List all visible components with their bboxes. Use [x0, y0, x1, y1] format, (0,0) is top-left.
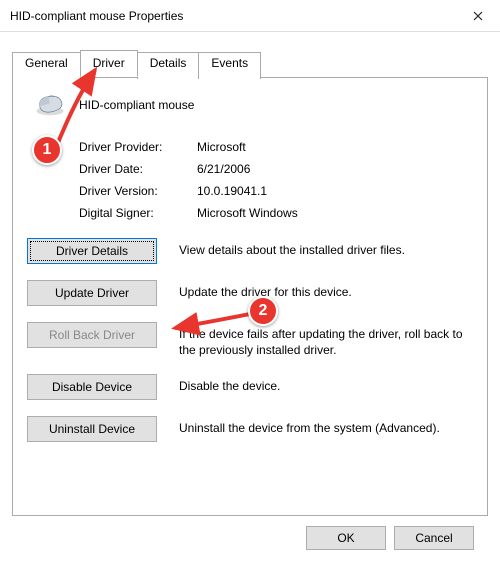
uninstall-device-desc: Uninstall the device from the system (Ad… — [179, 416, 473, 436]
uninstall-device-button[interactable]: Uninstall Device — [27, 416, 157, 442]
mouse-icon — [33, 92, 67, 118]
disable-device-button[interactable]: Disable Device — [27, 374, 157, 400]
tab-details[interactable]: Details — [137, 52, 200, 79]
disable-device-desc: Disable the device. — [179, 374, 473, 394]
device-name: HID-compliant mouse — [79, 98, 194, 112]
tab-driver[interactable]: Driver — [80, 50, 138, 77]
annotation-badge-1: 1 — [32, 135, 62, 165]
close-button[interactable] — [455, 0, 500, 32]
date-label: Driver Date: — [79, 162, 197, 176]
driver-details-desc: View details about the installed driver … — [179, 238, 473, 258]
titlebar: HID-compliant mouse Properties — [0, 0, 500, 32]
signer-label: Digital Signer: — [79, 206, 197, 220]
version-value: 10.0.19041.1 — [197, 184, 267, 198]
roll-back-driver-desc: If the device fails after updating the d… — [179, 322, 473, 358]
update-driver-button[interactable]: Update Driver — [27, 280, 157, 306]
ok-button[interactable]: OK — [306, 526, 386, 550]
signer-value: Microsoft Windows — [197, 206, 298, 220]
tab-panel-driver: HID-compliant mouse Driver Provider: Mic… — [12, 78, 488, 516]
tab-general[interactable]: General — [12, 52, 81, 79]
tab-strip: General Driver Details Events — [12, 50, 488, 78]
close-icon — [473, 11, 483, 21]
roll-back-driver-button: Roll Back Driver — [27, 322, 157, 348]
date-value: 6/21/2006 — [197, 162, 250, 176]
window-title: HID-compliant mouse Properties — [10, 9, 183, 23]
tab-events[interactable]: Events — [198, 52, 261, 79]
cancel-button[interactable]: Cancel — [394, 526, 474, 550]
update-driver-desc: Update the driver for this device. — [179, 280, 473, 300]
dialog-footer: OK Cancel — [12, 516, 488, 550]
annotation-badge-2: 2 — [248, 296, 278, 326]
driver-details-button[interactable]: Driver Details — [27, 238, 157, 264]
provider-label: Driver Provider: — [79, 140, 197, 154]
dialog-content: General Driver Details Events HID-compli… — [0, 32, 500, 550]
provider-value: Microsoft — [197, 140, 246, 154]
version-label: Driver Version: — [79, 184, 197, 198]
device-header: HID-compliant mouse — [33, 92, 473, 118]
driver-info: Driver Provider: Microsoft Driver Date: … — [79, 140, 473, 220]
